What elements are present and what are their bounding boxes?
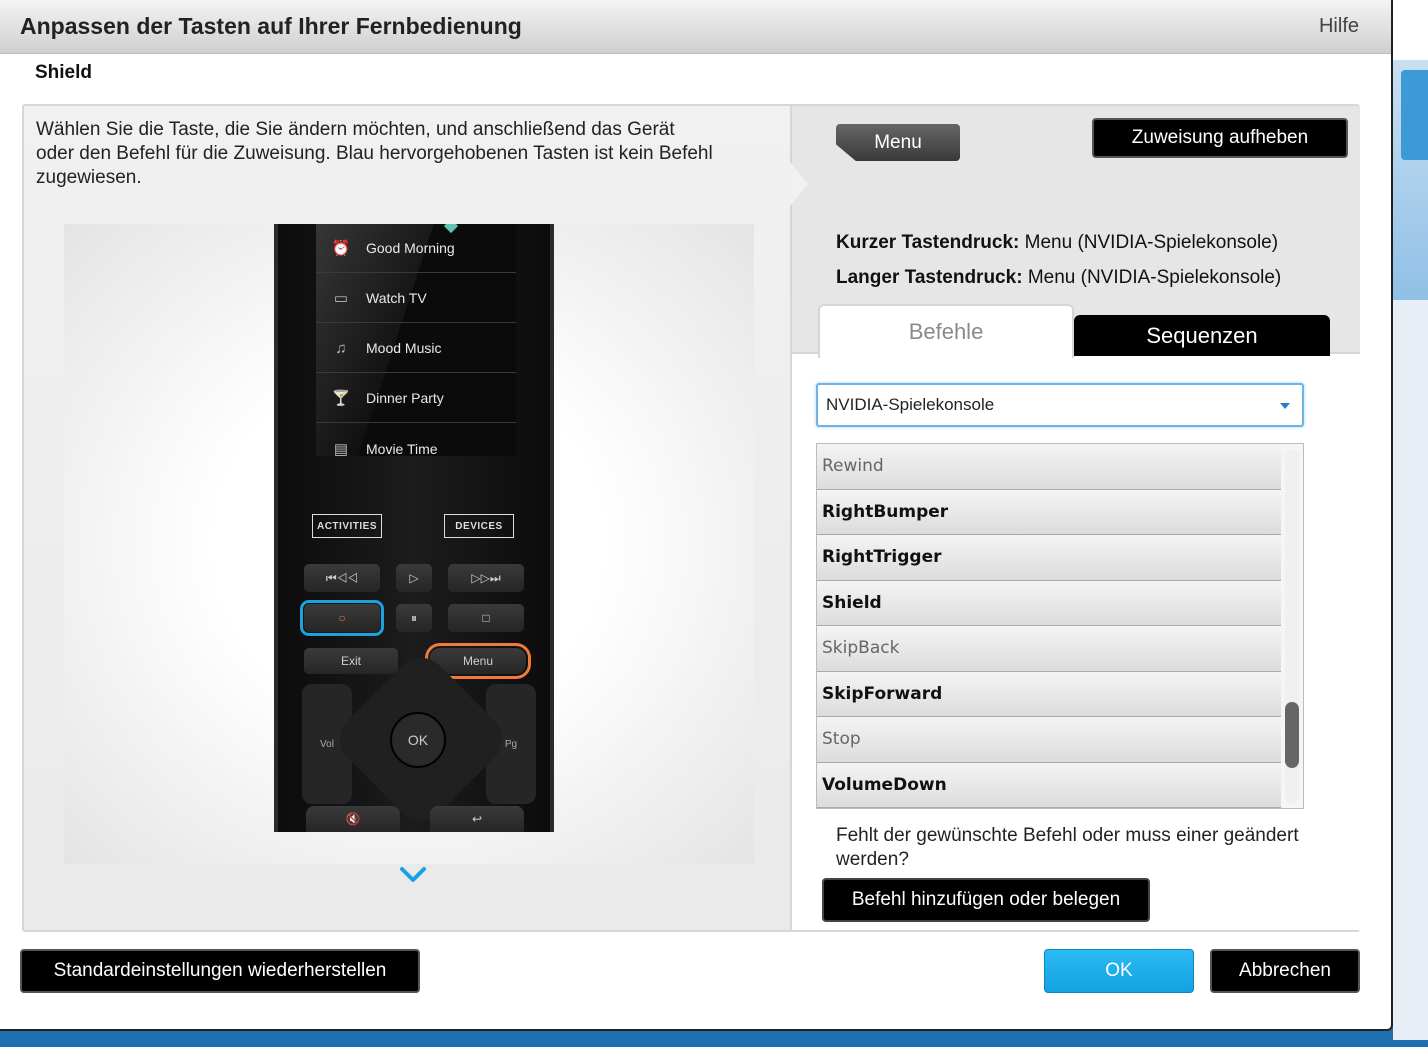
stop-key[interactable]: □ xyxy=(448,604,524,632)
command-item[interactable]: Rewind xyxy=(817,444,1281,490)
command-item[interactable]: SkipBack xyxy=(817,626,1281,672)
fast-forward-icon: ▷▷⏭ xyxy=(471,570,501,585)
tab-commands[interactable]: Befehle xyxy=(818,304,1074,358)
add-command-button[interactable]: Befehl hinzufügen oder belegen xyxy=(822,878,1150,922)
pause-icon: ⏸ xyxy=(410,610,417,625)
remote-screen: ⏰ Good Morning ▭ Watch TV ♫ Mood Music 🍸… xyxy=(316,224,516,456)
selected-key-badge: Menu xyxy=(836,124,960,161)
long-press-value: Menu (NVIDIA-Spielekonsole) xyxy=(1027,267,1282,288)
activity-mood-music[interactable]: ♫ Mood Music xyxy=(316,324,516,373)
command-item[interactable]: RightBumper xyxy=(817,489,1281,535)
record-key[interactable]: ○ xyxy=(300,600,384,636)
instructions-text: Wählen Sie die Taste, die Sie ändern möc… xyxy=(36,119,713,188)
ok-button[interactable]: OK xyxy=(1044,949,1194,993)
long-press-label: Langer Tastendruck: xyxy=(836,267,1023,288)
missing-command-text: Fehlt der gewünschte Befehl oder muss ei… xyxy=(836,825,1299,870)
remote-panel: Wählen Sie die Taste, die Sie ändern möc… xyxy=(24,106,790,930)
record-icon: ○ xyxy=(338,611,346,625)
activity-label: Dinner Party xyxy=(366,390,444,406)
restore-defaults-button[interactable]: Standardeinstellungen wiederherstellen xyxy=(20,949,420,993)
background-panel xyxy=(1401,70,1428,160)
caret-down-icon xyxy=(1280,403,1290,409)
command-list: Rewind RightBumper RightTrigger Shield S… xyxy=(816,443,1304,809)
command-item[interactable]: RightTrigger xyxy=(817,535,1281,581)
assignment-panel: Menu Zuweisung aufheben Kurzer Tastendru… xyxy=(790,106,1360,930)
key-info-area: Menu Zuweisung aufheben Kurzer Tastendru… xyxy=(790,106,1360,358)
dialog-title: Anpassen der Tasten auf Ihrer Fernbedien… xyxy=(20,13,522,39)
cancel-button[interactable]: Abbrechen xyxy=(1210,949,1360,993)
mute-key[interactable]: 🔇 xyxy=(306,806,400,832)
devices-button[interactable]: DEVICES xyxy=(444,514,514,538)
back-arrow-icon: ↩ xyxy=(471,812,483,826)
main-panel: Wählen Sie die Taste, die Sie ändern möc… xyxy=(22,104,1360,932)
short-press-label: Kurzer Tastendruck: xyxy=(836,232,1020,253)
chevron-down-icon[interactable] xyxy=(398,860,428,890)
play-key[interactable]: ▷ xyxy=(396,564,432,592)
rewind-icon: ⏮◁◁ xyxy=(325,570,359,585)
activity-label: Watch TV xyxy=(366,290,427,306)
music-note-icon: ♫ xyxy=(335,339,347,357)
activity-label: Movie Time xyxy=(366,440,438,457)
ok-key[interactable]: OK xyxy=(390,712,446,768)
activity-dinner-party[interactable]: 🍸 Dinner Party xyxy=(316,374,516,423)
activity-watch-tv[interactable]: ▭ Watch TV xyxy=(316,274,516,323)
help-link[interactable]: Hilfe xyxy=(1319,15,1359,38)
pause-key[interactable]: ⏸ xyxy=(396,604,432,632)
long-press-line: Langer Tastendruck: Menu (NVIDIA-Spielek… xyxy=(836,267,1281,289)
unassign-button[interactable]: Zuweisung aufheben xyxy=(1092,118,1348,158)
device-select-value: NVIDIA-Spielekonsole xyxy=(826,395,995,414)
film-icon: ▤ xyxy=(333,440,349,457)
short-press-value: Menu (NVIDIA-Spielekonsole) xyxy=(1024,232,1279,253)
command-item[interactable]: SkipForward xyxy=(817,671,1281,717)
fast-forward-key[interactable]: ▷▷⏭ xyxy=(448,564,524,592)
stop-icon: □ xyxy=(482,611,490,625)
cocktail-glass-icon: 🍸 xyxy=(331,390,351,407)
activity-good-morning[interactable]: ⏰ Good Morning xyxy=(316,224,516,273)
tv-icon: ▭ xyxy=(333,290,349,307)
customize-buttons-dialog: Anpassen der Tasten auf Ihrer Fernbedien… xyxy=(0,0,1393,1031)
activity-movie-time[interactable]: ▤ Movie Time xyxy=(316,424,516,457)
back-key[interactable]: ↩ xyxy=(430,806,524,832)
alarm-clock-icon: ⏰ xyxy=(331,240,351,257)
activities-button[interactable]: ACTIVITIES xyxy=(312,514,382,538)
rewind-key[interactable]: ⏮◁◁ xyxy=(304,564,380,592)
tab-sequences[interactable]: Sequenzen xyxy=(1074,315,1330,356)
remote-image: ⏰ Good Morning ▭ Watch TV ♫ Mood Music 🍸… xyxy=(274,224,554,832)
exit-key[interactable]: Exit xyxy=(304,648,398,674)
play-icon: ▷ xyxy=(409,571,419,585)
command-item[interactable]: Shield xyxy=(817,580,1281,626)
activity-label: Mood Music xyxy=(366,340,442,356)
command-item[interactable]: Stop xyxy=(817,717,1281,763)
device-select[interactable]: NVIDIA-Spielekonsole xyxy=(816,383,1304,427)
command-item[interactable]: VolumeDown xyxy=(817,762,1281,808)
dialog-titlebar: Anpassen der Tasten auf Ihrer Fernbedien… xyxy=(0,0,1391,54)
mute-icon: 🔇 xyxy=(345,812,361,826)
short-press-line: Kurzer Tastendruck: Menu (NVIDIA-Spielek… xyxy=(836,232,1278,254)
device-name: Shield xyxy=(35,62,93,83)
command-list-scroll-thumb[interactable] xyxy=(1285,702,1299,768)
activity-label: Good Morning xyxy=(366,240,455,256)
background-app xyxy=(1393,0,1428,1047)
